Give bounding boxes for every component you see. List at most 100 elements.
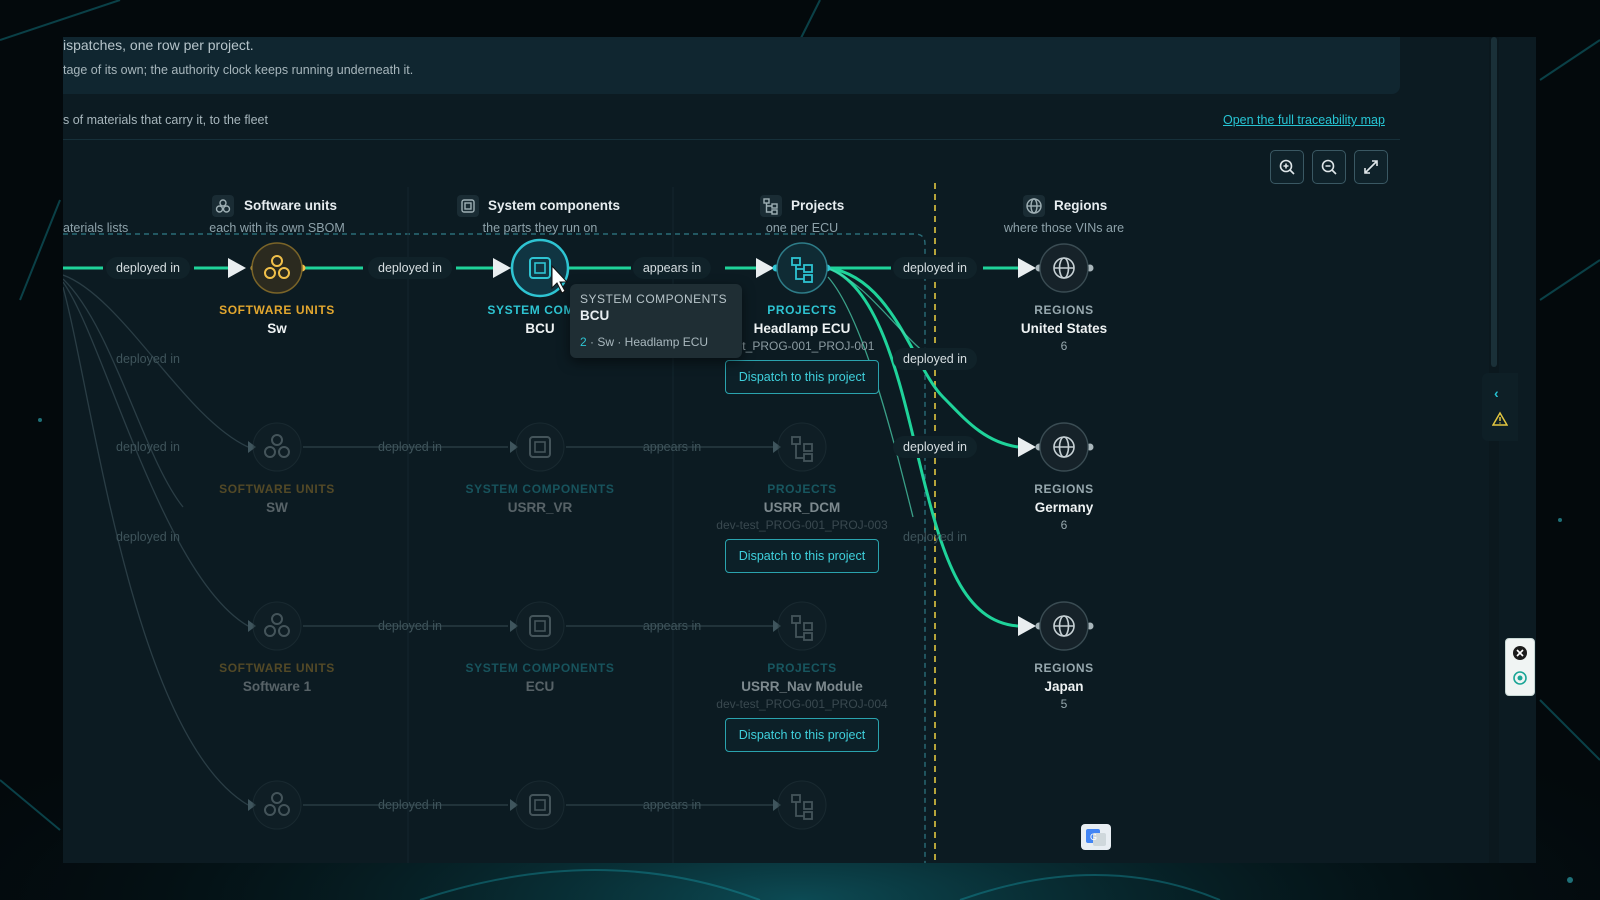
fit-view-button[interactable] (1354, 150, 1388, 184)
node-category: PROJECTS (767, 482, 837, 496)
system-component-label[interactable]: SYSTEM COMPONENTS ECU (466, 661, 615, 694)
node-name: USRR_VR (507, 500, 573, 515)
warning-icon[interactable] (1492, 411, 1508, 427)
tooltip-category: SYSTEM COMPONENTS (580, 292, 728, 306)
region-label[interactable]: REGIONS Germany 6 (1034, 482, 1094, 532)
svg-text:G: G (1090, 832, 1097, 842)
edge-label-faint: deployed in (116, 440, 180, 454)
edge-label-faint: deployed in (378, 440, 442, 454)
globe-icon (1023, 195, 1045, 217)
project-code: dev-test_PROG-001_PROJ-003 (716, 518, 888, 532)
system-component-label[interactable]: SYSTEM COMPONENTS USRR_VR (466, 482, 615, 515)
node-name: United States (1020, 321, 1108, 336)
node-region-germany (1039, 422, 1089, 472)
column-title-regions: Regions (1054, 198, 1108, 213)
column-subtitle-regions: where those VINs are (1003, 221, 1125, 235)
vin-count: 6 (1060, 518, 1068, 532)
dispatch-project-button[interactable]: Dispatch to this project (725, 718, 879, 752)
node-software-sw (251, 242, 303, 294)
node-category: REGIONS (1034, 482, 1094, 496)
tooltip-name: BCU (580, 308, 610, 323)
edge-label-faint: appears in (642, 440, 702, 454)
node-name: Germany (1034, 500, 1094, 515)
settings-icon[interactable] (1512, 670, 1528, 686)
project-code: dev-test_PROG-001_PROJ-004 (716, 697, 888, 711)
side-panel-toggle[interactable]: ‹ (1482, 373, 1518, 441)
software-unit-label[interactable]: SOFTWARE UNITS Sw (219, 303, 335, 336)
edge-label-faint: deployed in (116, 530, 180, 544)
translate-widget-button[interactable]: G (1081, 824, 1111, 850)
edge-label-faint: appears in (642, 619, 702, 633)
scrollbar-thumb[interactable] (1491, 37, 1497, 367)
node-name: Software 1 (242, 679, 312, 694)
zoom-in-button[interactable] (1270, 150, 1304, 184)
chevron-left-icon[interactable]: ‹ (1494, 385, 1499, 401)
node-region-japan (1039, 601, 1089, 651)
edge-label: deployed in (893, 257, 977, 279)
edge-label: deployed in (368, 257, 452, 279)
node-region-us (1039, 243, 1089, 293)
column-title-system-components: System components (488, 198, 621, 213)
zoom-out-icon (1321, 159, 1337, 175)
node-category: SYSTEM COMPONENTS (465, 661, 615, 675)
edge-label-faint: deployed in (903, 530, 967, 544)
region-label[interactable]: REGIONS United States 6 (1021, 303, 1107, 353)
column-subtitle-software-units: each with its own SBOM (209, 221, 345, 235)
column-subtitle-system-components: the parts they run on (482, 221, 598, 235)
project-label[interactable]: PROJECTS Headlamp ECU est_PROG-001_PROJ-… (730, 303, 875, 353)
node-category: REGIONS (1034, 303, 1094, 317)
project-label[interactable]: PROJECTS USRR_DCM dev-test_PROG-001_PROJ… (716, 482, 887, 532)
column-title-projects: Projects (791, 198, 845, 213)
node-category: SYSTEM COMPONENTS (465, 482, 615, 496)
vin-count: 6 (1060, 339, 1068, 353)
column-subtitle-projects: one per ECU (765, 221, 839, 235)
node-name: USRR_DCM (763, 500, 841, 515)
edge-label: deployed in (893, 436, 977, 458)
chip-icon (457, 195, 479, 217)
dispatch-project-button[interactable]: Dispatch to this project (725, 539, 879, 573)
project-code: est_PROG-001_PROJ-001 (729, 339, 875, 353)
node-project-headlamp (776, 242, 828, 294)
node-category: SOFTWARE UNITS (219, 661, 335, 675)
zoom-in-icon (1279, 159, 1295, 175)
dispatch-project-button[interactable]: Dispatch to this project (725, 360, 879, 394)
node-category: SOFTWARE UNITS (219, 482, 335, 496)
project-label[interactable]: PROJECTS USRR_Nav Module dev-test_PROG-0… (716, 661, 887, 711)
node-name: Sw (267, 321, 287, 336)
node-name: ECU (525, 679, 555, 694)
close-icon[interactable] (1512, 645, 1528, 661)
traceability-panel: ispatches, one row per project. tage of … (63, 37, 1536, 863)
edge-label-faint: deployed in (116, 352, 180, 366)
tooltip-relations: 2 · Sw · Headlamp ECU (580, 335, 732, 349)
region-label[interactable]: REGIONS Japan 5 (1034, 661, 1094, 711)
node-category: PROJECTS (767, 303, 837, 317)
edge-label-faint: deployed in (378, 619, 442, 633)
edge-label-faint: appears in (642, 798, 702, 812)
edge-label: deployed in (893, 348, 977, 370)
software-units-icon (212, 195, 234, 217)
node-category: SOFTWARE UNITS (219, 303, 335, 317)
zoom-out-button[interactable] (1312, 150, 1346, 184)
node-category: REGIONS (1034, 661, 1094, 675)
edge-label: appears in (632, 257, 712, 279)
edge-label: deployed in (106, 257, 190, 279)
column-title-software-units: Software units (244, 198, 338, 213)
expand-icon (1364, 160, 1378, 174)
software-unit-label[interactable]: SOFTWARE UNITS SW (219, 482, 335, 515)
node-tooltip: SYSTEM COMPONENTS BCU 2 · Sw · Headlamp … (570, 284, 742, 358)
translate-icon: G (1086, 829, 1106, 846)
project-tree-icon (760, 195, 782, 217)
vertical-scrollbar[interactable] (1489, 37, 1499, 863)
node-category: PROJECTS (767, 661, 837, 675)
node-name: Japan (1044, 679, 1084, 694)
column-subtitle-materials: aterials lists (63, 221, 129, 235)
edge-label-faint: deployed in (378, 798, 442, 812)
software-unit-label[interactable]: SOFTWARE UNITS Software 1 (219, 661, 335, 694)
tooltip-relation-text: · Sw · Headlamp ECU (586, 335, 709, 349)
tooltip-relation-count: 2 (580, 335, 587, 349)
node-name: SW (266, 500, 288, 515)
floating-widget (1505, 638, 1535, 696)
node-name: USRR_Nav Module (741, 679, 863, 694)
vin-count: 5 (1060, 697, 1068, 711)
node-name: Headlamp ECU (753, 321, 851, 336)
